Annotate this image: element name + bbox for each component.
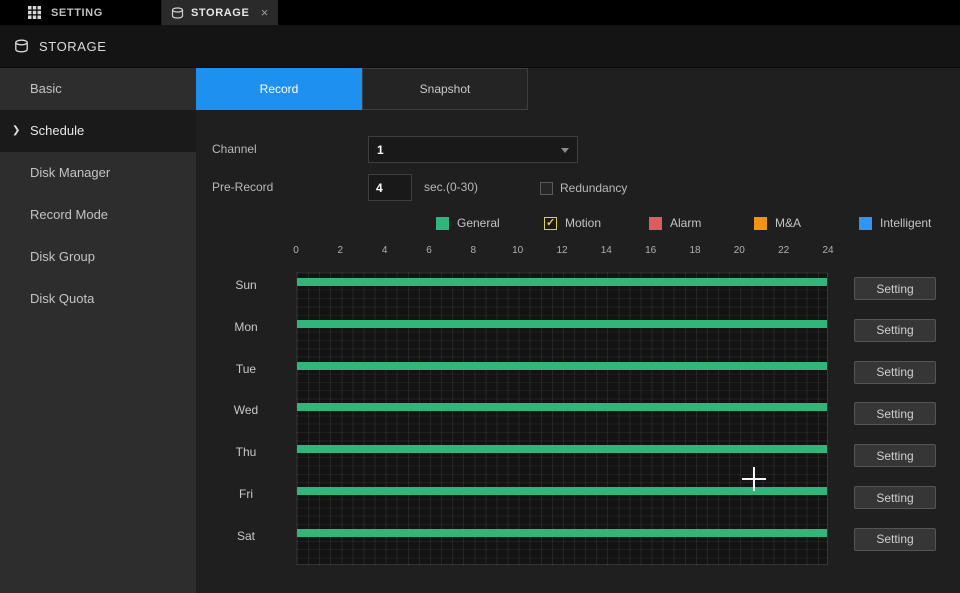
schedule-grid[interactable] — [296, 272, 828, 565]
page-title: STORAGE — [39, 39, 107, 54]
app-window: SETTING STORAGE × STORAGE Basic — [0, 0, 960, 593]
legend-label: General — [457, 216, 500, 230]
legend-intelligent[interactable]: Intelligent — [859, 216, 931, 230]
sidebar-item-disk-group[interactable]: Disk Group — [0, 236, 196, 278]
setting-button-sat[interactable]: Setting — [854, 528, 936, 551]
setting-button-sun[interactable]: Setting — [854, 277, 936, 300]
disk-icon — [171, 7, 184, 19]
grid-icon — [28, 6, 41, 19]
sidebar-item-record-mode[interactable]: Record Mode — [0, 194, 196, 236]
tab-storage-label: STORAGE — [191, 7, 249, 19]
day-label-wed: Wed — [196, 403, 296, 417]
legend-label: Motion — [565, 216, 601, 230]
sidebar-item-disk-manager[interactable]: Disk Manager — [0, 152, 196, 194]
legend-label: M&A — [775, 216, 801, 230]
channel-label: Channel — [212, 142, 257, 156]
tab-snapshot[interactable]: Snapshot — [362, 68, 528, 110]
sidebar-item-schedule[interactable]: ❯ Schedule — [0, 110, 196, 152]
timeline-tick: 10 — [512, 245, 523, 256]
schedule-bar-wed[interactable] — [297, 403, 827, 411]
day-label-mon: Mon — [196, 320, 296, 334]
chevron-down-icon — [561, 148, 569, 153]
titlebar: SETTING STORAGE × — [0, 0, 960, 25]
timeline-tick: 8 — [471, 245, 477, 256]
legend-label: Intelligent — [880, 216, 931, 230]
disk-icon — [14, 39, 29, 53]
legend-motion[interactable]: Motion — [544, 216, 601, 230]
redundancy-checkbox[interactable] — [540, 182, 553, 195]
pre-record-input[interactable] — [368, 174, 412, 201]
timeline-tick: 24 — [822, 245, 833, 256]
ma-color-swatch — [754, 217, 767, 230]
legend-label: Alarm — [670, 216, 701, 230]
tab-storage[interactable]: STORAGE × — [162, 0, 278, 25]
legend-general[interactable]: General — [436, 216, 500, 230]
day-label-sun: Sun — [196, 278, 296, 292]
schedule-bar-tue[interactable] — [297, 362, 827, 370]
setting-button-thu[interactable]: Setting — [854, 444, 936, 467]
pre-record-label: Pre-Record — [212, 180, 273, 194]
timeline-tick: 20 — [734, 245, 745, 256]
schedule-bar-sun[interactable] — [297, 278, 827, 286]
general-color-swatch — [436, 217, 449, 230]
sidebar-item-label: Schedule — [30, 123, 84, 138]
sidebar-item-label: Record Mode — [30, 207, 108, 222]
day-label-sat: Sat — [196, 529, 296, 543]
tab-setting[interactable]: SETTING — [0, 0, 162, 25]
redundancy-label: Redundancy — [560, 181, 627, 195]
day-label-tue: Tue — [196, 362, 296, 376]
setting-button-mon[interactable]: Setting — [854, 319, 936, 342]
schedule-bar-fri[interactable] — [297, 487, 827, 495]
pre-record-unit: sec.(0-30) — [424, 180, 478, 194]
tab-setting-label: SETTING — [51, 7, 103, 19]
timeline-tick: 12 — [556, 245, 567, 256]
schedule-bar-sat[interactable] — [297, 529, 827, 537]
sidebar-item-label: Basic — [30, 81, 62, 96]
timeline-tick: 2 — [338, 245, 344, 256]
intelligent-color-swatch — [859, 217, 872, 230]
tab-record[interactable]: Record — [196, 68, 362, 110]
page-header: STORAGE — [0, 25, 960, 68]
sidebar-item-label: Disk Quota — [30, 291, 94, 306]
schedule-bar-mon[interactable] — [297, 320, 827, 328]
sidebar-item-label: Disk Manager — [30, 165, 110, 180]
legend-alarm[interactable]: Alarm — [649, 216, 701, 230]
timeline-tick: 0 — [293, 245, 299, 256]
sidebar-item-label: Disk Group — [30, 249, 95, 264]
timeline-tick: 6 — [426, 245, 432, 256]
sidebar-item-basic[interactable]: Basic — [0, 68, 196, 110]
timeline-tick: 16 — [645, 245, 656, 256]
schedule-bar-thu[interactable] — [297, 445, 827, 453]
setting-button-fri[interactable]: Setting — [854, 486, 936, 509]
timeline-tick: 18 — [689, 245, 700, 256]
chevron-right-icon: ❯ — [12, 110, 20, 152]
main-content: Record Snapshot Channel 1 Pre-Record sec… — [196, 68, 960, 593]
close-icon[interactable]: × — [261, 6, 269, 19]
legend-ma[interactable]: M&A — [754, 216, 801, 230]
channel-select-value: 1 — [377, 143, 384, 157]
timeline-tick: 14 — [601, 245, 612, 256]
sidebar-item-disk-quota[interactable]: Disk Quota — [0, 278, 196, 320]
alarm-color-swatch — [649, 217, 662, 230]
day-label-thu: Thu — [196, 445, 296, 459]
sidebar: Basic ❯ Schedule Disk Manager Record Mod… — [0, 68, 196, 593]
setting-button-wed[interactable]: Setting — [854, 402, 936, 425]
motion-checked-swatch — [544, 217, 557, 230]
timeline-tick: 4 — [382, 245, 388, 256]
channel-select[interactable]: 1 — [368, 136, 578, 163]
setting-button-tue[interactable]: Setting — [854, 361, 936, 384]
timeline-tick: 22 — [778, 245, 789, 256]
day-label-fri: Fri — [196, 487, 296, 501]
